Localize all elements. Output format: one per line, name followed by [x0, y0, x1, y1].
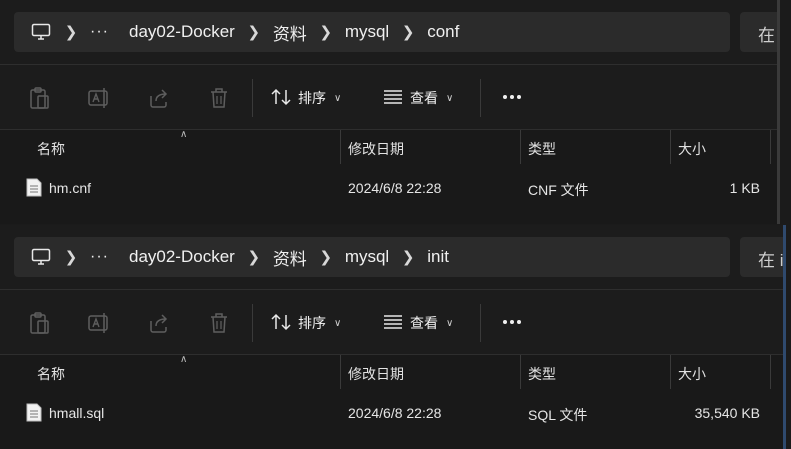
- chevron-right-icon[interactable]: ❯: [235, 248, 273, 266]
- file-size: 35,540 KB: [694, 405, 760, 421]
- breadcrumb-item[interactable]: mysql: [345, 22, 389, 42]
- address-bar[interactable]: ❯ ··· day02-Docker ❯ 资料 ❯ mysql ❯ init: [14, 237, 730, 277]
- column-modified[interactable]: 修改日期: [348, 139, 404, 159]
- share-icon[interactable]: [146, 310, 172, 336]
- view-label: 查看: [410, 315, 438, 331]
- share-icon[interactable]: [146, 85, 172, 111]
- breadcrumb-item[interactable]: day02-Docker: [129, 22, 235, 42]
- rename-icon[interactable]: [86, 85, 112, 111]
- more-icon[interactable]: [500, 85, 524, 109]
- column-type[interactable]: 类型: [528, 139, 556, 159]
- file-size: 1 KB: [729, 180, 760, 196]
- address-row: ❯ ··· day02-Docker ❯ 资料 ❯ mysql ❯ conf 在: [0, 0, 777, 64]
- view-label: 查看: [410, 90, 438, 106]
- chevron-down-icon: ∨: [446, 92, 454, 104]
- file-name: hmall.sql: [49, 405, 105, 421]
- command-bar: 排序 ∨ 查看 ∨: [0, 64, 777, 130]
- chevron-right-icon[interactable]: ❯: [389, 23, 427, 41]
- delete-icon[interactable]: [206, 310, 232, 336]
- column-size[interactable]: 大小: [678, 364, 706, 384]
- chevron-right-icon[interactable]: ❯: [52, 248, 90, 266]
- breadcrumb-item[interactable]: day02-Docker: [129, 247, 235, 267]
- sort-icon: [270, 87, 292, 110]
- file-icon: [26, 403, 42, 422]
- breadcrumb-overflow[interactable]: ···: [90, 23, 109, 41]
- chevron-down-icon: ∨: [334, 92, 342, 104]
- column-name[interactable]: 名称: [37, 139, 65, 159]
- breadcrumb-item[interactable]: mysql: [345, 247, 389, 267]
- more-icon[interactable]: [500, 310, 524, 334]
- address-row: ❯ ··· day02-Docker ❯ 资料 ❯ mysql ❯ init 在…: [0, 225, 783, 289]
- sort-label: 排序: [298, 315, 326, 331]
- column-header: ∧ 名称 修改日期 类型 大小: [0, 129, 777, 164]
- file-type: CNF 文件: [528, 182, 589, 198]
- explorer-window-init: ❯ ··· day02-Docker ❯ 资料 ❯ mysql ❯ init 在…: [0, 225, 786, 449]
- address-bar[interactable]: ❯ ··· day02-Docker ❯ 资料 ❯ mysql ❯ conf: [14, 12, 730, 52]
- file-modified: 2024/6/8 22:28: [348, 405, 442, 421]
- sort-icon: [270, 312, 292, 335]
- column-type[interactable]: 类型: [528, 364, 556, 384]
- file-icon: [26, 178, 42, 197]
- computer-icon[interactable]: [30, 21, 52, 43]
- breadcrumb-item[interactable]: 资料: [273, 245, 307, 270]
- command-bar: 排序 ∨ 查看 ∨: [0, 289, 783, 355]
- column-header: ∧ 名称 修改日期 类型 大小: [0, 354, 783, 389]
- chevron-right-icon[interactable]: ❯: [235, 23, 273, 41]
- rename-icon[interactable]: [86, 310, 112, 336]
- paste-icon[interactable]: [26, 85, 52, 111]
- breadcrumb-item[interactable]: init: [427, 247, 449, 267]
- search-input[interactable]: 在: [740, 12, 777, 52]
- paste-icon[interactable]: [26, 310, 52, 336]
- file-type: SQL 文件: [528, 407, 588, 423]
- file-name: hm.cnf: [49, 180, 92, 196]
- view-button[interactable]: 查看 ∨: [382, 309, 453, 337]
- chevron-right-icon[interactable]: ❯: [389, 248, 427, 266]
- search-input[interactable]: 在 i: [740, 237, 783, 277]
- chevron-down-icon: ∨: [334, 317, 342, 329]
- file-modified: 2024/6/8 22:28: [348, 180, 442, 196]
- sort-ascending-icon: ∧: [180, 354, 188, 365]
- delete-icon[interactable]: [206, 85, 232, 111]
- chevron-down-icon: ∨: [446, 317, 454, 329]
- breadcrumb-item[interactable]: 资料: [273, 20, 307, 45]
- breadcrumb-item[interactable]: conf: [427, 22, 459, 42]
- column-size[interactable]: 大小: [678, 139, 706, 159]
- sort-button[interactable]: 排序 ∨: [270, 309, 341, 337]
- column-name[interactable]: 名称: [37, 364, 65, 384]
- sort-button[interactable]: 排序 ∨: [270, 84, 341, 112]
- breadcrumb-overflow[interactable]: ···: [90, 248, 109, 266]
- file-row[interactable]: hmall.sql 2024/6/8 22:28 SQL 文件 35,540 K…: [0, 395, 783, 431]
- file-row[interactable]: hm.cnf 2024/6/8 22:28 CNF 文件 1 KB: [0, 170, 777, 206]
- computer-icon[interactable]: [30, 246, 52, 268]
- sort-ascending-icon: ∧: [180, 129, 188, 140]
- view-icon: [382, 313, 404, 334]
- chevron-right-icon[interactable]: ❯: [307, 248, 345, 266]
- explorer-window-conf: ❯ ··· day02-Docker ❯ 资料 ❯ mysql ❯ conf 在: [0, 0, 780, 224]
- chevron-right-icon[interactable]: ❯: [307, 23, 345, 41]
- chevron-right-icon[interactable]: ❯: [52, 23, 90, 41]
- view-icon: [382, 88, 404, 109]
- column-modified[interactable]: 修改日期: [348, 364, 404, 384]
- sort-label: 排序: [298, 90, 326, 106]
- view-button[interactable]: 查看 ∨: [382, 84, 453, 112]
